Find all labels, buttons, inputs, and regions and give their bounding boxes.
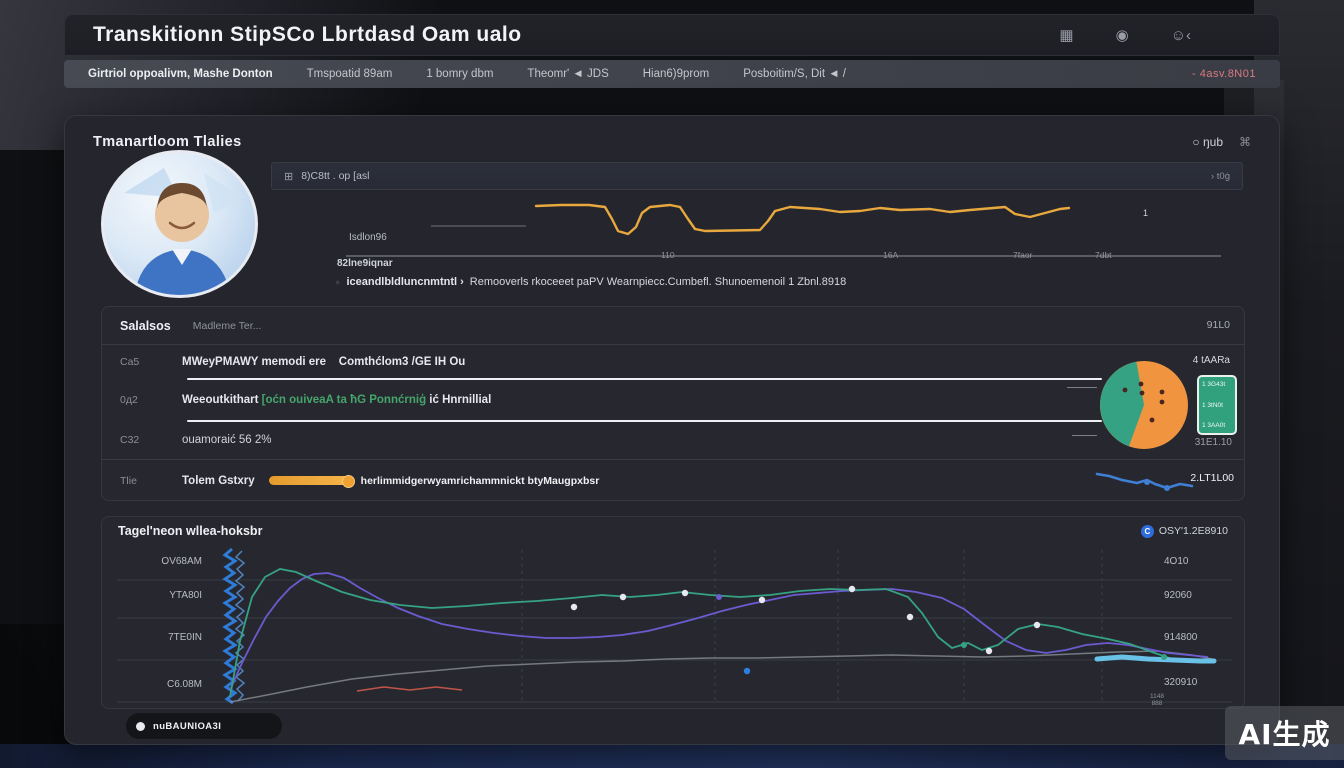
refresh-control[interactable]: ○ ŋub ⌘ [1192,135,1251,149]
pie-leader-line [1067,387,1097,388]
table-row[interactable]: C32 ouamoraić 56 2% [102,421,1244,459]
globe-icon[interactable]: ◉ [1116,26,1129,44]
x-tick-2: 7faor [1013,250,1032,260]
series1-label: Isdlon96 [349,232,387,243]
refresh-icon[interactable]: ○ ŋub [1192,135,1223,149]
titlebar: Transkitionn StipSCo Lbrtdasd Oam ualo ▦… [64,14,1280,56]
sparkline [1092,467,1204,499]
card-title: Tmanartloom Tlalies [93,134,242,150]
red-series-line [357,687,462,691]
gray-series-line [230,651,1212,702]
nav-item-0[interactable]: Girtriol oppoalivm, Mashe Donton [88,68,273,80]
chart-range-selector[interactable]: › t0ġ [1211,171,1230,182]
series2-label: 82lne9iqnar [337,258,393,269]
table-row[interactable]: Tlie Tolem Gstxry herlimmidgerwyamricham… [102,459,1244,502]
table-subtitle[interactable]: Madleme Ter... [193,320,262,332]
progress-pill [269,476,351,485]
chart-toolbar[interactable]: ⊞ 8)C8tt . op [asl › t0ġ [271,162,1243,190]
chart-marker: 1 [1143,208,1148,218]
nav-item-5[interactable]: Posboitim/S, Dit ◄ / [743,68,846,80]
ai-watermark: AI生成 [1225,706,1344,760]
table-header: Salalsos Madleme Ter... [102,307,1244,345]
x-tick-0: 110 [661,250,675,260]
row-text: MWeyPMAWY memodi ere Comthćlom3 /GE IH O… [182,356,465,368]
blue-data-dots [744,668,750,674]
bottom-chart-header: Tagel'neon wllea-hoksbr C OSY'1.2E8910 [102,517,1244,545]
purple-series-line [230,573,1208,690]
bottom-accent-strip [0,744,1344,768]
row-note: herlimmidgerwyamrichammnickt btyMaugpxbs… [361,475,600,487]
row1-value: 4 tAARa [1193,355,1230,366]
main-card: Tmanartloom Tlalies ○ ŋub ⌘ ⊞ 8)C8tt . o… [64,115,1280,745]
multi-line-chart [102,545,1246,709]
bottom-chart-title: Tagel'neon wllea-hoksbr [118,524,262,538]
row-text: Tolem Gstxry [182,475,255,487]
x-tick-1: 16A [883,250,898,260]
blue-cluster-spike-2 [236,551,244,701]
titlebar-icons: ▦ ◉ ☺‹ [1059,26,1251,44]
row-text: ouamoraić 56 2% [182,434,272,446]
footer-status-button[interactable]: nuBAUNIOA3I [126,713,282,739]
legend-row: 1 3AA0t [1202,422,1232,429]
x-tick-3: 7dbt [1095,250,1112,260]
multi-line-chart-panel: Tagel'neon wllea-hoksbr C OSY'1.2E8910 O… [101,516,1245,709]
currency-icon: C [1141,525,1154,538]
pie-leader-line [1072,435,1097,436]
row-key: Tlie [120,475,182,487]
user-icon[interactable]: ☺‹ [1171,27,1191,44]
stats-table: Salalsos Madleme Ter... 91L0 Ca5 MWeyPMA… [101,306,1245,501]
table-row[interactable]: Ca5 MWeyPMAWY memodi ere Comthćlom3 /GE … [102,345,1244,379]
row-text: Weeoutkithart [oćn ouiveaA ta ħG Ponnćrn… [182,394,491,406]
caption-text: Remooverls rkoceeet paPV Wearnpiecc.Cumb… [470,276,846,288]
nav-item-3[interactable]: Theomr' ◄ JDS [527,68,608,80]
chart-caption: ● iceandlbldluncnmtntl › Remooverls rkoc… [335,276,846,288]
chart-footnote: 1148 888 [1150,693,1164,707]
purple-data-dots [716,594,722,600]
navbar: Girtriol oppoalivm, Mashe Donton Tmspoat… [64,60,1280,88]
row3-value: 31E1.10 [1195,437,1232,448]
bottom-chart-value: C OSY'1.2E8910 [1141,525,1228,538]
caption-strong: iceandlbldluncnmtntl › [346,276,463,288]
pie-legend: 1 3G43t 1 3tN0t 1 3AA0t [1197,375,1237,435]
nav-item-4[interactable]: Hian6)9prom [643,68,709,80]
table-row[interactable]: 0д2 Weeoutkithart [oćn ouiveaA ta ħG Pon… [102,379,1244,421]
more-icon[interactable]: ⌘ [1239,135,1251,149]
green-series-line [230,569,1210,697]
grid-icon: ⊞ [284,170,293,183]
row-key: Ca5 [120,356,182,368]
change-value: - 4asv.8N01 [1192,68,1256,80]
chart-toolbar-label: 8)C8tt . op [asl [301,170,369,182]
nav-item-2[interactable]: 1 bomry dbm [426,68,493,80]
footer-status-label: nuBAUNIOA3I [153,721,221,732]
pie-chart [1098,359,1190,451]
bullet-icon: ● [335,277,340,287]
table-total-value: 91L0 [1207,319,1230,331]
badge-icon[interactable]: ▦ [1059,26,1073,44]
top-line-chart: Isdlon96 82lne9iqnar 1 110 16A 7faor 7db… [271,190,1243,282]
row-key: 0д2 [120,394,182,406]
nav-item-1[interactable]: Tmspoatid 89am [307,68,393,80]
row-text-highlight: [oćn ouiveaA ta ħG Ponnćrniģ [262,394,426,406]
status-dot-icon [136,722,145,731]
legend-row: 1 3tN0t [1202,402,1232,409]
app-title: Transkitionn StipSCo Lbrtdasd Oam ualo [93,23,522,47]
row-key: C32 [120,434,182,446]
orange-series-line [536,205,1069,234]
legend-row: 1 3G43t [1202,381,1232,388]
avatar [101,150,258,298]
table-title: Salalsos [120,319,171,333]
